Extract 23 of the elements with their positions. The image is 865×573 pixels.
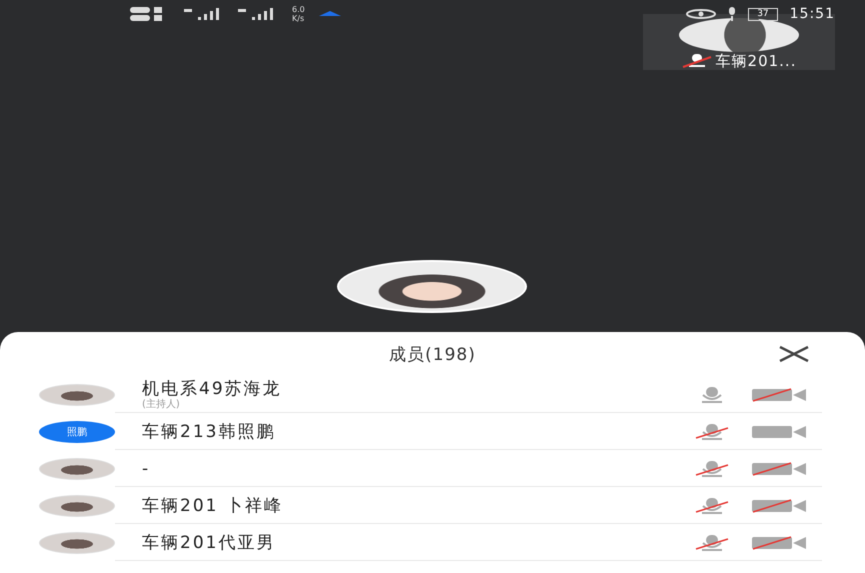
video-off-icon[interactable] bbox=[751, 536, 807, 550]
muted-microphone-icon[interactable] bbox=[695, 422, 729, 440]
member-name: 机电系49苏海龙 bbox=[142, 379, 283, 399]
muted-microphone-icon[interactable] bbox=[695, 460, 729, 478]
battery-indicator: 37 bbox=[748, 8, 778, 20]
panel-title: 成员(198) bbox=[389, 344, 476, 366]
network-speed: 6.0 bbox=[292, 5, 305, 14]
video-off-icon[interactable] bbox=[751, 498, 807, 512]
speed-unit: K/s bbox=[292, 14, 305, 23]
eye-icon bbox=[686, 9, 716, 19]
video-off-icon[interactable] bbox=[751, 462, 807, 476]
avatar-text: 照鹏 bbox=[39, 420, 115, 442]
upload-indicator-icon bbox=[318, 11, 341, 17]
video-camera-icon[interactable] bbox=[751, 424, 807, 438]
member-name: 车辆213韩照鹏 bbox=[142, 422, 276, 442]
muted-microphone-icon[interactable] bbox=[695, 534, 729, 552]
participant-name: 车辆201... bbox=[716, 52, 796, 70]
video-off-icon[interactable] bbox=[751, 388, 807, 402]
member-name: - bbox=[142, 458, 152, 478]
member-name: 车辆201 卜祥峰 bbox=[142, 496, 284, 516]
muted-microphone-icon[interactable] bbox=[695, 496, 729, 514]
member-role: (主持人) bbox=[142, 399, 181, 410]
member-name: 车辆201代亚男 bbox=[142, 532, 276, 552]
